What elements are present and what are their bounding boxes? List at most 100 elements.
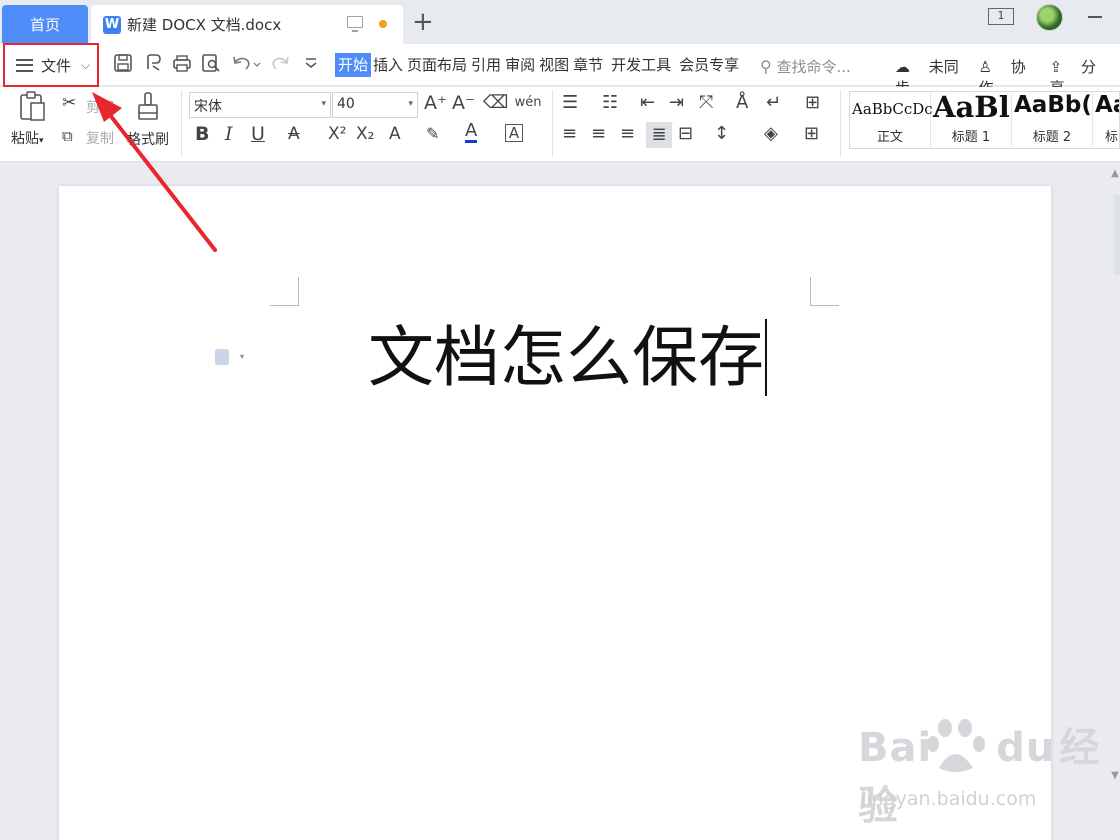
shading-icon[interactable]: ◈: [764, 124, 778, 144]
annotation-highlight-box: [3, 43, 99, 87]
font-name-select[interactable]: 宋体 ▾: [189, 92, 331, 118]
command-search-placeholder: 查找命令...: [776, 58, 851, 76]
format-painter-icon[interactable]: [133, 91, 163, 123]
redo-icon[interactable]: [270, 53, 292, 75]
ruler-icon[interactable]: ⊞: [805, 93, 820, 113]
style-name: 正文: [876, 130, 903, 145]
font-shrink-icon[interactable]: A⁻: [452, 93, 475, 113]
dropdown-arrow-icon: ▾: [408, 99, 413, 109]
phonetic-guide-icon[interactable]: wén: [511, 93, 545, 113]
italic-icon[interactable]: I: [225, 124, 233, 144]
line-spacing-icon[interactable]: ↕: [714, 124, 729, 144]
chinese-layout-icon[interactable]: ⤧: [699, 93, 713, 113]
dropdown-arrow-icon: ▾: [321, 99, 326, 109]
tab-insert[interactable]: 插入: [371, 53, 405, 77]
bullet-list-icon[interactable]: ☰: [562, 93, 578, 113]
paste-button[interactable]: 粘贴▾: [11, 128, 44, 148]
font-size-value: 40: [337, 96, 355, 112]
numbered-list-icon[interactable]: ☷: [602, 93, 618, 113]
title-bar: 首页 W 新建 DOCX 文档.docx + 1: [0, 0, 1120, 44]
text-direction-icon[interactable]: Å: [736, 93, 748, 113]
align-center-icon[interactable]: ≡: [591, 124, 606, 144]
text-effect-icon[interactable]: A: [389, 124, 401, 144]
tab-document[interactable]: W 新建 DOCX 文档.docx: [91, 5, 403, 44]
undo-icon[interactable]: [231, 53, 261, 75]
margin-corner-mark: [270, 277, 299, 306]
scissors-icon: ✂: [62, 93, 77, 113]
style-heading-2[interactable]: AaBb( 标题 2: [1012, 92, 1093, 148]
tab-home-start[interactable]: 开始: [335, 53, 372, 77]
font-size-select[interactable]: 40 ▾: [332, 92, 418, 118]
command-search[interactable]: ⚲ 查找命令...: [760, 56, 851, 77]
copy-icon: ⧉: [62, 127, 73, 145]
search-icon: ⚲: [760, 57, 772, 76]
new-tab-button[interactable]: +: [412, 8, 434, 36]
avatar[interactable]: [1036, 4, 1063, 31]
watermark-url: jingyan.baidu.com: [861, 788, 1037, 810]
tab-view[interactable]: 视图: [537, 53, 571, 77]
add-user-icon: ♙: [978, 58, 992, 76]
style-sample: AaBb(: [1014, 92, 1092, 118]
tab-page-layout[interactable]: 页面布局: [405, 53, 469, 77]
copy-button[interactable]: 复制: [86, 128, 114, 148]
align-left-icon[interactable]: ≡: [562, 124, 577, 144]
dropdown-arrow-icon: ▾: [240, 352, 245, 361]
tab-home[interactable]: 首页: [2, 5, 88, 43]
scroll-up-icon[interactable]: ▲: [1110, 168, 1120, 179]
style-heading-1[interactable]: AaBl 标题 1: [931, 92, 1012, 148]
paste-label: 粘贴: [11, 131, 39, 147]
scrollbar-thumb[interactable]: [1114, 195, 1120, 275]
subscript-icon[interactable]: X₂: [356, 124, 374, 144]
tab-developer-tools[interactable]: 开发工具: [609, 53, 673, 77]
share-icon: ⇪: [1049, 58, 1063, 76]
style-sample: AaBbCcDc: [852, 100, 933, 118]
export-pdf-icon[interactable]: [143, 53, 165, 75]
style-sample: AaBl: [933, 91, 1010, 124]
show-hide-marks-icon[interactable]: ↵: [766, 93, 781, 113]
align-right-icon[interactable]: ≡: [620, 124, 635, 144]
ribbon-separator: [552, 90, 553, 156]
print-icon[interactable]: [171, 53, 193, 75]
tab-sections[interactable]: 章节: [571, 53, 605, 77]
clear-format-icon[interactable]: ⌫: [483, 93, 508, 113]
underline-icon[interactable]: U: [251, 124, 265, 144]
bold-icon[interactable]: B: [195, 124, 209, 144]
character-border-icon[interactable]: A: [505, 124, 523, 142]
format-painter-button[interactable]: 格式刷: [127, 129, 169, 149]
font-color-icon[interactable]: A: [465, 122, 478, 143]
tab-member-exclusive[interactable]: 会员专享: [677, 53, 741, 77]
style-gallery: AaBbCcDc 正文 AaBl 标题 1 AaBb( 标题 2 Aa 标: [849, 91, 1120, 149]
borders-icon[interactable]: ⊞: [804, 124, 819, 144]
document-heading-text[interactable]: 文档怎么保存: [368, 318, 764, 398]
save-icon[interactable]: [112, 53, 134, 75]
highlight-color-icon[interactable]: ✎: [426, 124, 439, 144]
print-preview-icon[interactable]: [200, 53, 222, 75]
superscript-icon[interactable]: X²: [328, 124, 346, 144]
decrease-indent-icon[interactable]: ⇤: [640, 93, 655, 113]
font-grow-icon[interactable]: A⁺: [424, 93, 447, 113]
window-count-button[interactable]: 1: [988, 8, 1014, 25]
margin-corner-mark: [810, 277, 839, 306]
paste-icon[interactable]: [16, 91, 48, 123]
cut-button[interactable]: 剪切: [86, 97, 114, 117]
style-name: 标: [1105, 130, 1119, 145]
style-name: 标题 1: [951, 130, 991, 145]
style-heading-3[interactable]: Aa 标: [1093, 92, 1119, 148]
tab-review[interactable]: 审阅: [503, 53, 537, 77]
tab-references[interactable]: 引用: [469, 53, 503, 77]
paragraph-layout-icon[interactable]: [215, 349, 229, 365]
justify-icon[interactable]: ≣: [646, 122, 672, 148]
text-caret: [765, 319, 767, 396]
monitor-icon[interactable]: [347, 16, 363, 32]
minimize-button[interactable]: [1088, 16, 1102, 18]
watermark-text-left: Bai: [858, 725, 933, 771]
strikethrough-icon[interactable]: A: [288, 124, 300, 144]
distributed-align-icon[interactable]: ⊟: [678, 124, 693, 144]
style-sample: Aa: [1095, 92, 1119, 118]
style-name: 标题 2: [1032, 130, 1072, 145]
watermark-text-right: du: [996, 725, 1056, 771]
style-normal[interactable]: AaBbCcDc 正文: [850, 92, 933, 148]
customize-toolbar-icon[interactable]: [300, 53, 322, 75]
increase-indent-icon[interactable]: ⇥: [669, 93, 684, 113]
ribbon-tab-list: 开始 插入 页面布局 引用 审阅 视图 章节 开发工具 会员专享: [335, 53, 741, 77]
